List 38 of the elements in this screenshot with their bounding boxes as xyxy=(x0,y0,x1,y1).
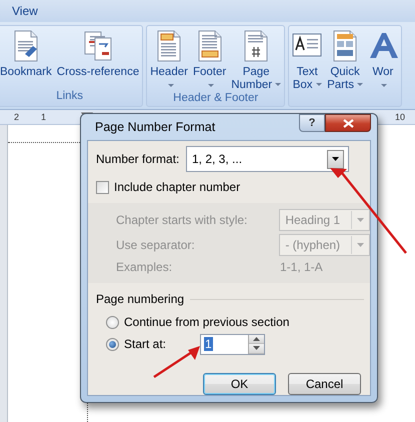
group-label: Links xyxy=(56,90,84,104)
window-title: Page Number Format xyxy=(94,120,216,134)
radio-button[interactable] xyxy=(106,338,119,350)
dialog-button[interactable]: OK xyxy=(203,373,276,395)
ribbon-button[interactable]: Cross-reference xyxy=(56,28,140,79)
group-label: Header & Footer xyxy=(173,92,258,106)
cross-reference-icon xyxy=(83,30,113,62)
radio-button[interactable] xyxy=(106,316,119,328)
help-button[interactable]: ? xyxy=(299,114,325,132)
ruler-number: 10 xyxy=(394,112,405,122)
dropdown-arrow-icon xyxy=(332,157,339,161)
dialog-button[interactable]: Cancel xyxy=(288,373,361,395)
field-label: Examples: xyxy=(116,260,174,274)
menu-tab[interactable]: View xyxy=(12,4,38,18)
dropdown-arrow-icon xyxy=(356,218,364,222)
number-format-dropdown[interactable]: 1, 2, 3, ... xyxy=(186,146,349,172)
ruler-number: 2 xyxy=(14,112,20,122)
checkbox[interactable] xyxy=(96,180,109,194)
field-label: Number format: xyxy=(96,152,180,166)
ribbon-button[interactable]: Text Box xyxy=(291,28,324,92)
ribbon-button[interactable]: Bookmark xyxy=(0,28,53,79)
start-at-spinner[interactable]: 1 xyxy=(200,334,266,354)
ribbon-button[interactable]: Wor xyxy=(366,28,399,92)
ribbon-button[interactable]: Footer xyxy=(192,28,228,92)
ribbon-button[interactable]: Quick Parts xyxy=(326,28,364,92)
field-label: Use separator: xyxy=(116,238,196,252)
ruler-number: 1 xyxy=(41,112,46,122)
ribbon-button[interactable]: Page Number xyxy=(230,28,282,92)
radio-label: Continue from previous section xyxy=(124,315,290,329)
ribbon-button[interactable]: Header xyxy=(149,28,189,92)
example-text: 1-1, 1-A xyxy=(280,260,323,274)
dropdown-arrow-icon xyxy=(356,242,364,246)
field-label: Chapter starts with style: xyxy=(116,212,248,226)
checkbox-label: Include chapter number xyxy=(114,180,240,194)
close-icon xyxy=(342,118,354,128)
section-label: Page numbering xyxy=(96,292,184,306)
radio-label: Start at: xyxy=(124,337,166,351)
close-button[interactable] xyxy=(325,114,371,132)
